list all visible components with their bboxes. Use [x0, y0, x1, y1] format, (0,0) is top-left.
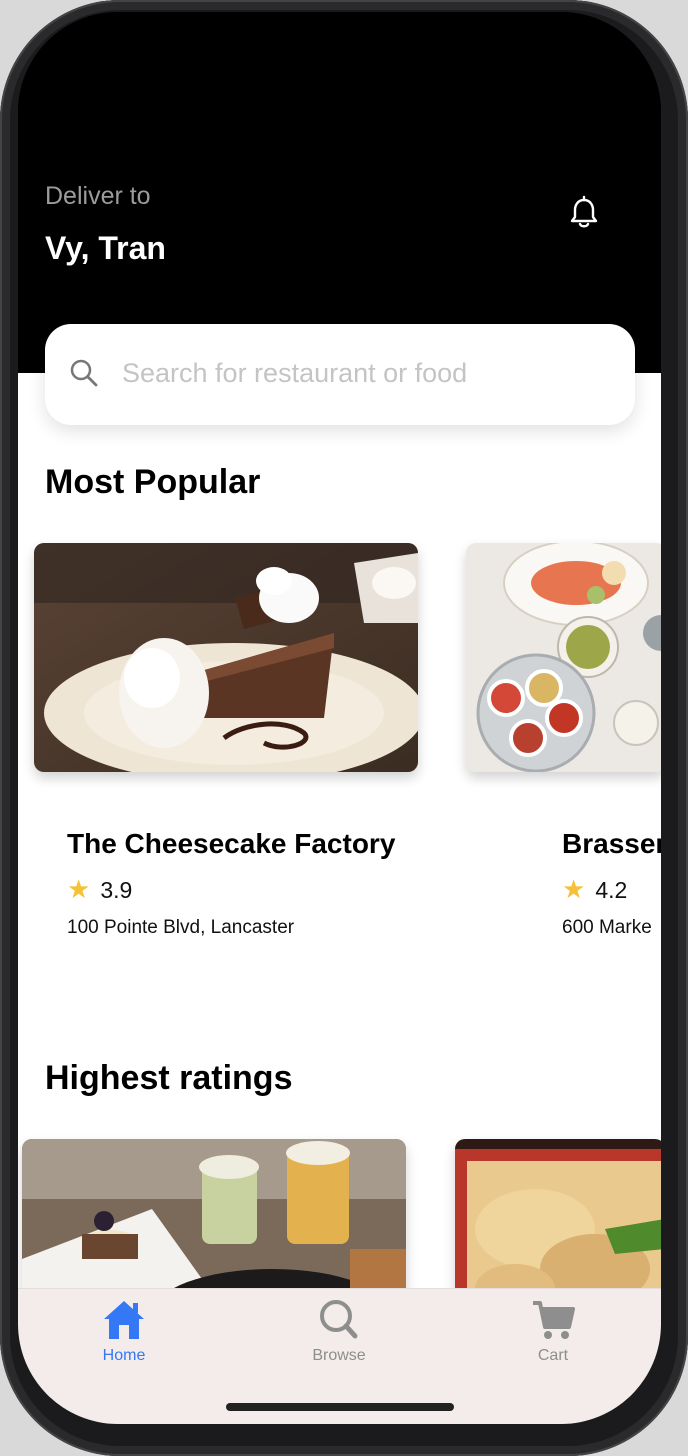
- restaurant-rating: ★ 4.2: [562, 874, 627, 905]
- restaurant-name[interactable]: The Cheesecake Factory: [67, 828, 395, 860]
- restaurant-address: 600 Marke: [562, 917, 652, 938]
- restaurant-image-rice-bowl[interactable]: [455, 1139, 661, 1288]
- restaurant-address: 100 Pointe Blvd, Lancaster: [67, 917, 295, 938]
- tab-label: Cart: [537, 1347, 569, 1364]
- device-frame: Deliver to Vy, Tran Search for restauran…: [0, 0, 688, 1456]
- restaurant-image-cheesecake[interactable]: [34, 543, 418, 772]
- scroll-content[interactable]: Deliver to Vy, Tran Search for restauran…: [18, 12, 661, 1288]
- tab-label: Browse: [312, 1347, 366, 1364]
- highest-ratings-title: Highest ratings: [45, 1059, 293, 1097]
- screen: Deliver to Vy, Tran Search for restauran…: [18, 12, 661, 1424]
- rating-value: 3.9: [100, 877, 133, 903]
- tab-home[interactable]: Home: [64, 1297, 184, 1365]
- most-popular-title: Most Popular: [45, 463, 261, 501]
- tab-browse[interactable]: Browse: [279, 1297, 399, 1365]
- restaurant-rating: ★ 3.9: [67, 874, 132, 905]
- deliver-to-label: Deliver to: [45, 182, 151, 210]
- cart-icon: [533, 1301, 575, 1339]
- home-icon: [104, 1301, 144, 1339]
- restaurant-name[interactable]: Brasser: [562, 828, 661, 860]
- search-icon: [70, 359, 98, 387]
- bell-icon[interactable]: [566, 195, 602, 231]
- star-icon: ★: [562, 874, 586, 904]
- restaurant-image-brasserie[interactable]: [466, 543, 661, 772]
- tab-label: Home: [102, 1347, 146, 1364]
- search-bar[interactable]: Search for restaurant or food: [45, 324, 635, 425]
- tab-cart[interactable]: Cart: [493, 1297, 613, 1365]
- search-icon: [320, 1300, 358, 1339]
- star-icon: ★: [67, 874, 91, 904]
- restaurant-image-dessert[interactable]: [22, 1139, 406, 1288]
- delivery-name[interactable]: Vy, Tran: [45, 230, 166, 267]
- rating-value: 4.2: [595, 877, 628, 903]
- search-input[interactable]: Search for restaurant or food: [122, 358, 467, 389]
- home-indicator[interactable]: [226, 1403, 454, 1411]
